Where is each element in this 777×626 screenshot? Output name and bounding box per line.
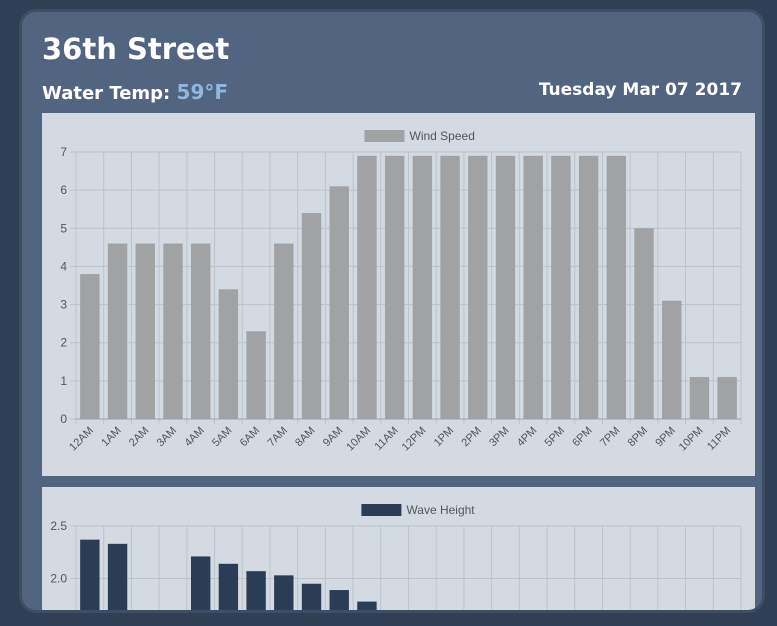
bar xyxy=(163,243,183,419)
bar xyxy=(301,583,322,610)
x-tick-label: 10PM xyxy=(677,425,706,454)
x-tick-label: 9PM xyxy=(653,425,677,449)
x-tick-label: 6PM xyxy=(570,425,594,449)
bar xyxy=(384,155,405,420)
water-temp: Water Temp: 59°F xyxy=(42,80,228,104)
x-tick-label: 2AM xyxy=(127,425,151,449)
legend-label: Wind Speed xyxy=(410,129,475,143)
bar xyxy=(606,155,627,420)
x-tick-label: 3AM xyxy=(155,425,179,449)
x-tick-label: 5AM xyxy=(210,425,234,449)
bar xyxy=(246,331,266,419)
x-tick-label: 1AM xyxy=(99,425,123,449)
bar xyxy=(246,571,266,610)
y-tick-label: 0 xyxy=(60,412,67,426)
x-tick-label: 12AM xyxy=(67,425,96,454)
y-tick-label: 7 xyxy=(60,145,67,159)
y-tick-label: 1 xyxy=(60,374,67,388)
date-label: Tuesday Mar 07 2017 xyxy=(538,80,742,100)
bar xyxy=(412,155,433,420)
bar xyxy=(274,243,294,419)
bar xyxy=(80,539,100,610)
station-card: 36th Street Water Temp: 59°F Tuesday Mar… xyxy=(22,12,762,610)
wind-speed-chart: Wind Speed 0 1 2 3 4 5 6 7 12AM 1AM 2AM 3AM 4AM 5AM 6AM… xyxy=(60,129,742,454)
bar xyxy=(190,556,211,610)
wave-height-chart: Wave Height 2.5 2.0 xyxy=(50,503,742,610)
legend: Wave Height xyxy=(361,503,475,517)
y-tick-label: 2.5 xyxy=(50,519,67,533)
y-tick-label: 5 xyxy=(60,221,67,235)
bar xyxy=(80,274,100,419)
y-tick-label: 6 xyxy=(60,183,67,197)
x-tick-label: 3PM xyxy=(487,425,511,449)
bar xyxy=(634,228,654,419)
bar xyxy=(107,543,128,610)
bar xyxy=(135,243,155,419)
bar xyxy=(357,601,377,610)
x-tick-label: 1PM xyxy=(432,425,456,449)
x-tick-label: 11PM xyxy=(705,425,733,453)
bar xyxy=(301,213,322,419)
bar xyxy=(689,377,710,419)
x-tick-label: 2PM xyxy=(459,425,483,449)
wave-height-panel: Wave Height 2.5 2.0 xyxy=(42,487,755,610)
y-tick-label: 3 xyxy=(60,298,67,312)
water-temp-value: 59°F xyxy=(176,80,229,104)
bar xyxy=(329,590,349,610)
legend-swatch xyxy=(361,504,402,516)
bar xyxy=(357,155,377,420)
bar xyxy=(274,575,294,610)
x-tick-label: 7AM xyxy=(265,425,289,449)
bar xyxy=(468,155,488,420)
bar xyxy=(107,243,128,419)
legend-label: Wave Height xyxy=(406,503,475,517)
bar xyxy=(218,563,239,610)
x-tick-label: 4PM xyxy=(515,425,539,449)
bar xyxy=(495,155,516,420)
bar xyxy=(662,300,682,419)
x-tick-label: 8PM xyxy=(626,425,650,449)
legend: Wind Speed xyxy=(364,129,475,143)
x-tick-label: 9AM xyxy=(321,425,345,449)
bar xyxy=(329,186,349,419)
legend-swatch xyxy=(364,130,405,142)
x-tick-label: 11AM xyxy=(373,425,401,453)
x-tick-label: 7PM xyxy=(598,425,622,449)
x-tick-label: 8AM xyxy=(293,425,317,449)
water-temp-label: Water Temp: xyxy=(42,83,171,104)
bar xyxy=(523,155,543,420)
bar xyxy=(440,155,460,420)
station-title: 36th Street xyxy=(42,32,230,66)
bar xyxy=(717,377,737,419)
y-tick-label: 2.0 xyxy=(50,572,67,586)
x-tick-label: 10AM xyxy=(344,425,373,454)
x-tick-label: 12PM xyxy=(400,425,429,454)
bar xyxy=(190,243,211,419)
y-tick-label: 2 xyxy=(60,336,67,350)
x-tick-label: 4AM xyxy=(182,425,206,449)
x-tick-label: 5PM xyxy=(543,425,567,449)
x-tick-label: 6AM xyxy=(238,425,262,449)
wind-speed-panel: Wind Speed 0 1 2 3 4 5 6 7 12AM 1AM 2AM 3AM 4AM 5AM 6AM… xyxy=(42,113,755,476)
y-tick-label: 4 xyxy=(60,259,67,273)
bar xyxy=(578,155,599,420)
bar xyxy=(218,289,239,419)
bar xyxy=(551,155,571,420)
